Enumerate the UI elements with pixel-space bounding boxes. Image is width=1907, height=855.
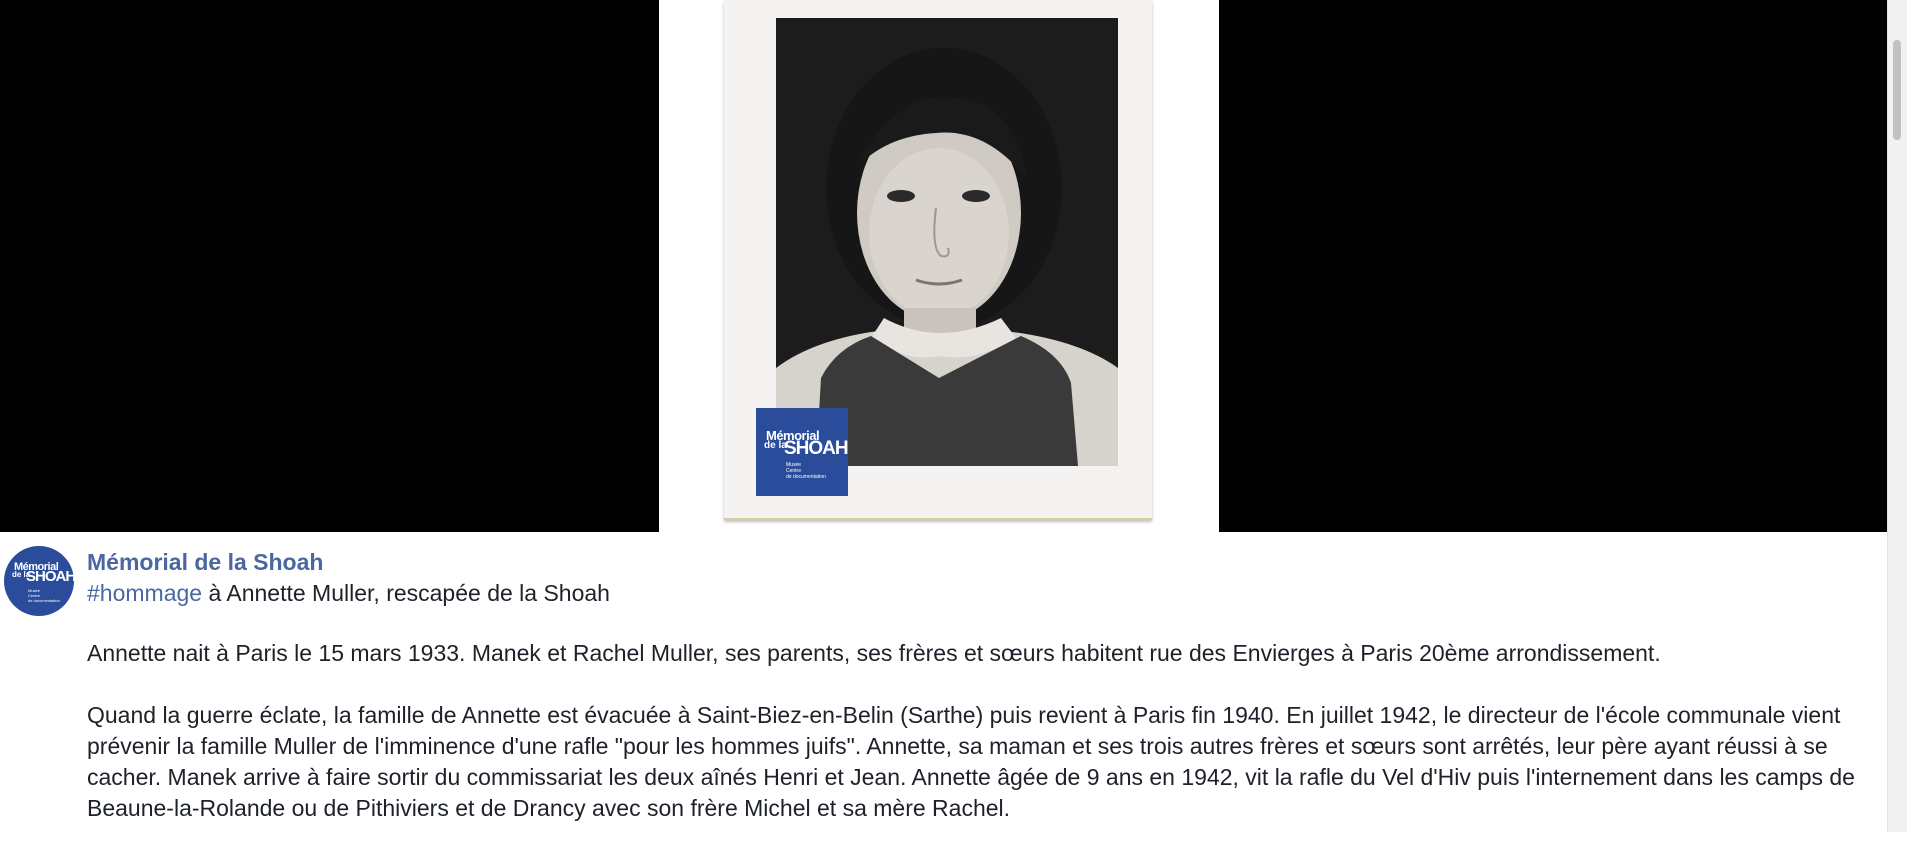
scrollbar-thumb[interactable] — [1893, 40, 1901, 140]
post-subtitle: #hommage à Annette Muller, rescapée de l… — [87, 580, 610, 607]
page-scrollbar[interactable] — [1887, 0, 1907, 832]
hashtag-link[interactable]: #hommage — [87, 580, 202, 606]
post-body: Annette nait à Paris le 15 mars 1933. Ma… — [87, 638, 1867, 855]
post-subtitle-text: à Annette Muller, rescapée de la Shoah — [202, 580, 610, 606]
page-avatar[interactable]: Mémorial de la SHOAH Musée Centre de doc… — [4, 546, 74, 616]
post-paragraph: Annette nait à Paris le 15 mars 1933. Ma… — [87, 640, 1661, 666]
photo-frame: Mémorial de la SHOAH Musée Centre de doc… — [659, 0, 1219, 532]
post-media[interactable]: Mémorial de la SHOAH Musée Centre de doc… — [0, 0, 1888, 532]
post-author-link[interactable]: Mémorial de la Shoah — [87, 549, 323, 576]
photo-card: Mémorial de la SHOAH Musée Centre de doc… — [724, 0, 1152, 520]
portrait-image — [776, 18, 1118, 466]
portrait-photo — [776, 18, 1118, 466]
watermark-line3: SHOAH — [784, 438, 849, 459]
card-edge — [724, 518, 1152, 520]
memorial-logo-watermark: Mémorial de la SHOAH Musée Centre de doc… — [756, 408, 849, 496]
post-paragraph: Quand la guerre éclate, la famille de An… — [87, 702, 1855, 821]
watermark-small-text: Musée Centre de documentation — [786, 462, 826, 480]
